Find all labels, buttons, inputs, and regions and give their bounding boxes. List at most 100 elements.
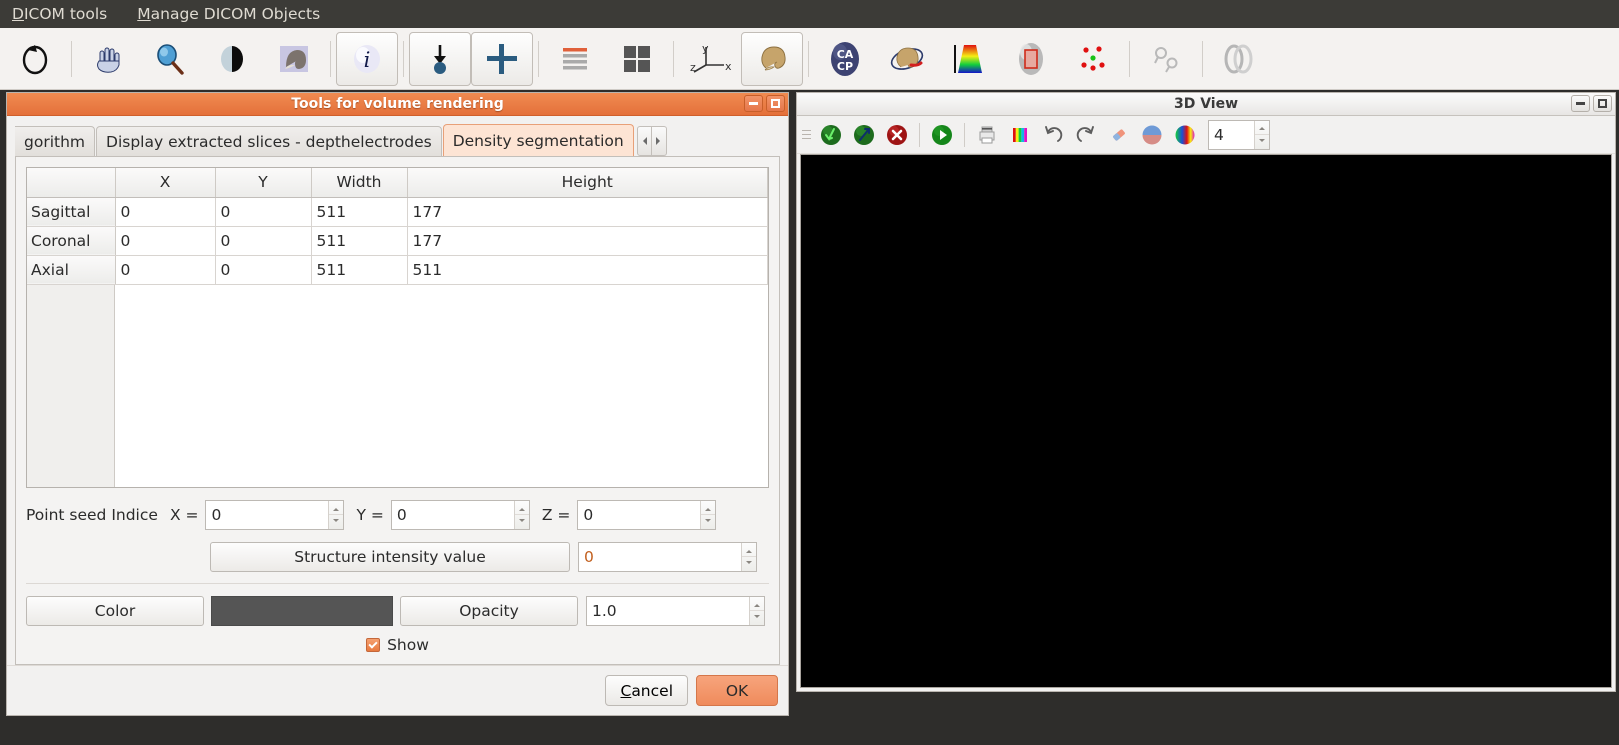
spin-up-button[interactable] xyxy=(329,501,344,515)
cell-axial-x[interactable]: 0 xyxy=(115,255,216,285)
spin-down-button[interactable] xyxy=(701,515,715,529)
green-sphere-up-arrow-icon-button[interactable] xyxy=(848,120,880,150)
pan-hand-icon-button[interactable] xyxy=(77,32,139,86)
cell-sagittal-x[interactable]: 0 xyxy=(115,197,216,227)
green-play-sphere-icon-button[interactable] xyxy=(926,120,958,150)
seed-x-spinbox[interactable] xyxy=(205,500,345,530)
color-bars-icon-button[interactable] xyxy=(1004,120,1036,150)
axes-orientation-icon-button[interactable]: y x z xyxy=(679,32,741,86)
show-checkbox[interactable] xyxy=(366,638,381,652)
colormap-ramp-icon-button[interactable] xyxy=(938,32,1000,86)
view3d-level-input[interactable] xyxy=(1209,120,1254,149)
table-row[interactable]: Sagittal 0 0 511 177 xyxy=(27,197,768,227)
menu-dicom-tools[interactable]: DICOM tools xyxy=(8,3,111,25)
spin-up-button[interactable] xyxy=(514,501,529,515)
column-header-x[interactable]: X xyxy=(115,168,216,198)
crosshair-icon-button[interactable] xyxy=(471,31,533,86)
tab-density-segmentation[interactable]: Density segmentation xyxy=(442,124,634,156)
seed-y-spinbox[interactable] xyxy=(390,500,530,530)
skull-rotation-icon-button[interactable] xyxy=(876,32,938,86)
cell-sagittal-y[interactable]: 0 xyxy=(215,197,312,227)
cell-coronal-width[interactable]: 511 xyxy=(311,226,408,256)
slice-bounds-table[interactable]: X Y Width Height Sagittal 0 0 511 177 Co… xyxy=(26,167,769,488)
spin-up-button[interactable] xyxy=(701,501,716,515)
dialog-titlebar[interactable]: Tools for volume rendering xyxy=(7,93,788,116)
color-button[interactable]: Color xyxy=(26,596,204,626)
cell-sagittal-height[interactable]: 177 xyxy=(407,197,768,227)
spin-down-button[interactable] xyxy=(329,515,343,529)
info-icon-button[interactable]: i xyxy=(336,31,398,86)
color-swatch[interactable] xyxy=(211,596,393,626)
structure-intensity-input[interactable] xyxy=(579,543,741,571)
spin-up-button[interactable] xyxy=(1255,121,1269,135)
half-sphere-icon-button[interactable] xyxy=(1136,120,1168,150)
column-header-y[interactable]: Y xyxy=(215,168,312,198)
opacity-button[interactable]: Opacity xyxy=(400,596,578,626)
seed-z-input[interactable] xyxy=(578,501,701,529)
ca-cp-icon-button[interactable]: CA CP xyxy=(814,32,876,86)
minimize-button[interactable] xyxy=(744,95,763,112)
spin-down-button[interactable] xyxy=(515,515,529,529)
skull-3d-icon-button[interactable] xyxy=(741,31,803,86)
rotate-icon-button[interactable] xyxy=(4,32,66,86)
table-row[interactable]: Axial 0 0 511 511 xyxy=(27,255,768,285)
points-cloud-icon-button[interactable] xyxy=(1062,32,1124,86)
cell-axial-y[interactable]: 0 xyxy=(215,255,312,285)
svg-text:CP: CP xyxy=(837,60,853,73)
seed-z-spinbox[interactable] xyxy=(577,500,717,530)
maximize-icon xyxy=(1598,99,1607,108)
menu-manage-dicom-objects[interactable]: Manage DICOM Objects xyxy=(133,3,324,25)
cell-axial-height[interactable]: 511 xyxy=(407,255,768,285)
toolbar-drag-handle[interactable] xyxy=(802,123,811,147)
ca-cp-icon: CA CP xyxy=(831,41,859,76)
roi-box-icon-button[interactable] xyxy=(1000,32,1062,86)
column-header-height[interactable]: Height xyxy=(407,168,768,198)
undo-icon-button[interactable] xyxy=(1037,120,1069,150)
spin-down-button[interactable] xyxy=(1255,135,1269,149)
cell-axial-width[interactable]: 511 xyxy=(311,255,408,285)
redo-icon-button[interactable] xyxy=(1070,120,1102,150)
minimize-button[interactable] xyxy=(1571,95,1590,112)
view3d-render-canvas[interactable] xyxy=(800,154,1612,688)
structure-intensity-spinbox[interactable] xyxy=(578,542,757,572)
maximize-button[interactable] xyxy=(766,95,785,112)
volume-render-icon-button[interactable] xyxy=(263,32,325,86)
tab-scroll-left-button[interactable] xyxy=(636,126,652,156)
table-header-row: X Y Width Height xyxy=(27,168,768,198)
window-3d-view-titlebar[interactable]: 3D View xyxy=(797,93,1615,116)
ok-button[interactable]: OK xyxy=(696,675,778,706)
spin-up-button[interactable] xyxy=(750,597,764,611)
fusion-rings-icon-button[interactable] xyxy=(1208,32,1270,86)
spin-down-button[interactable] xyxy=(750,611,764,625)
opacity-input[interactable] xyxy=(587,597,749,625)
cell-sagittal-width[interactable]: 511 xyxy=(311,197,408,227)
tab-display-extracted-slices[interactable]: Display extracted slices - depthelectrod… xyxy=(96,126,442,156)
view3d-level-spinbox[interactable] xyxy=(1208,119,1270,150)
printer-icon-button[interactable] xyxy=(971,120,1003,150)
column-header-width[interactable]: Width xyxy=(311,168,408,198)
zoom-magnifier-icon-button[interactable] xyxy=(139,32,201,86)
cell-coronal-height[interactable]: 177 xyxy=(407,226,768,256)
table-row[interactable]: Coronal 0 0 511 177 xyxy=(27,226,768,256)
cancel-button[interactable]: Cancel xyxy=(605,675,688,706)
eraser-icon-button[interactable] xyxy=(1103,120,1135,150)
tab-algorithm[interactable]: gorithm xyxy=(15,126,96,156)
tab-scroll-right-button[interactable] xyxy=(651,126,667,156)
seed-x-input[interactable] xyxy=(206,501,329,529)
cell-coronal-x[interactable]: 0 xyxy=(115,226,216,256)
single-layout-icon-button[interactable] xyxy=(544,32,606,86)
window-level-contrast-icon-button[interactable] xyxy=(201,32,263,86)
seed-point-icon-button[interactable] xyxy=(409,31,471,86)
seed-y-input[interactable] xyxy=(391,501,514,529)
cell-coronal-y[interactable]: 0 xyxy=(215,226,312,256)
spin-down-button[interactable] xyxy=(742,557,756,571)
quad-layout-icon-button[interactable] xyxy=(606,32,668,86)
structure-intensity-value-button[interactable]: Structure intensity value xyxy=(210,542,570,572)
green-sphere-down-arrow-icon-button[interactable] xyxy=(815,120,847,150)
red-close-sphere-icon-button[interactable] xyxy=(881,120,913,150)
maximize-button[interactable] xyxy=(1593,95,1612,112)
registration-icon-button[interactable] xyxy=(1135,32,1197,86)
opacity-spinbox[interactable] xyxy=(586,596,765,626)
rainbow-sphere-icon-button[interactable] xyxy=(1169,120,1201,150)
spin-up-button[interactable] xyxy=(742,543,756,557)
